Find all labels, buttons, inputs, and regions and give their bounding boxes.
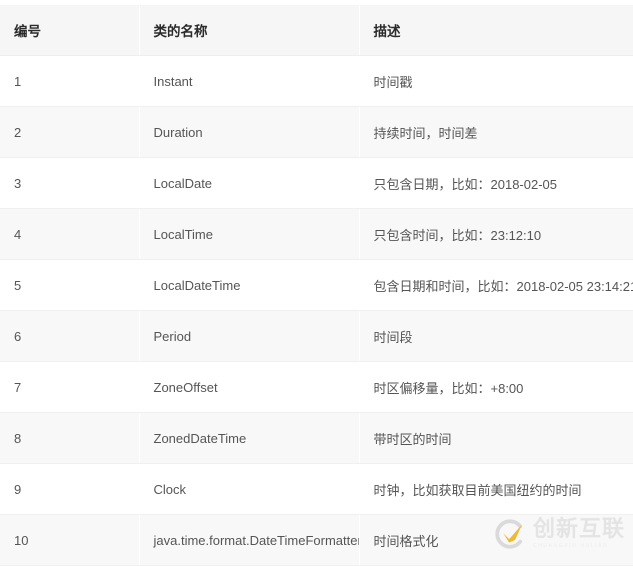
- table-row: 8 ZonedDateTime 带时区的时间: [0, 412, 633, 464]
- cell-name: ZonedDateTime: [139, 412, 360, 464]
- cell-num: 2: [0, 106, 140, 158]
- cell-desc: 时区偏移量，比如：+8:00: [359, 361, 633, 413]
- cell-name: LocalDateTime: [139, 259, 360, 311]
- table-row: 4 LocalTime 只包含时间，比如：23:12:10: [0, 208, 633, 260]
- table-row: 3 LocalDate 只包含日期，比如：2018-02-05: [0, 157, 633, 209]
- column-header-name: 类的名称: [139, 5, 360, 56]
- table-row: 9 Clock 时钟，比如获取目前美国纽约的时间: [0, 463, 633, 515]
- table-header: 编号 类的名称 描述: [0, 5, 633, 56]
- cell-num: 6: [0, 310, 140, 362]
- column-header-desc: 描述: [359, 5, 633, 56]
- cell-name: LocalDate: [139, 157, 360, 209]
- cell-name: Duration: [139, 106, 360, 158]
- table-row: 5 LocalDateTime 包含日期和时间，比如：2018-02-05 23:1…: [0, 259, 633, 311]
- cell-desc: 只包含时间，比如：23:12:10: [359, 208, 633, 260]
- column-header-num: 编号: [0, 5, 140, 56]
- cell-num: 8: [0, 412, 140, 464]
- java-time-classes-table: 编号 类的名称 描述 1 Instant 时间戳 2 Duration 持续时间，时间差 3…: [0, 5, 633, 566]
- cell-num: 7: [0, 361, 140, 413]
- cell-desc: 只包含日期，比如：2018-02-05: [359, 157, 633, 209]
- cell-desc: 时间格式化: [359, 514, 633, 566]
- cell-num: 9: [0, 463, 140, 515]
- table-row: 2 Duration 持续时间，时间差: [0, 106, 633, 158]
- table-row: 7 ZoneOffset 时区偏移量，比如：+8:00: [0, 361, 633, 413]
- cell-desc: 时间戳: [359, 55, 633, 107]
- table-header-row: 编号 类的名称 描述: [0, 5, 633, 56]
- table-container: 编号 类的名称 描述 1 Instant 时间戳 2 Duration 持续时间，时间差 3…: [0, 0, 633, 566]
- cell-name: Clock: [139, 463, 360, 515]
- table-row: 1 Instant 时间戳: [0, 55, 633, 107]
- cell-name: ZoneOffset: [139, 361, 360, 413]
- cell-desc: 带时区的时间: [359, 412, 633, 464]
- cell-name: Instant: [139, 55, 360, 107]
- cell-num: 5: [0, 259, 140, 311]
- cell-num: 10: [0, 514, 140, 566]
- cell-desc: 时钟，比如获取目前美国纽约的时间: [359, 463, 633, 515]
- table-row: 10 java.time.format.DateTimeFormatter 时间格式…: [0, 514, 633, 566]
- cell-num: 3: [0, 157, 140, 209]
- table-row: 6 Period 时间段: [0, 310, 633, 362]
- cell-desc: 持续时间，时间差: [359, 106, 633, 158]
- cell-name: LocalTime: [139, 208, 360, 260]
- cell-desc: 时间段: [359, 310, 633, 362]
- cell-desc: 包含日期和时间，比如：2018-02-05 23:14:21: [359, 259, 633, 311]
- cell-name: Period: [139, 310, 360, 362]
- table-body: 1 Instant 时间戳 2 Duration 持续时间，时间差 3 LocalDate 只包…: [0, 55, 633, 566]
- cell-name: java.time.format.DateTimeFormatter: [139, 514, 360, 566]
- cell-num: 4: [0, 208, 140, 260]
- cell-num: 1: [0, 55, 140, 107]
